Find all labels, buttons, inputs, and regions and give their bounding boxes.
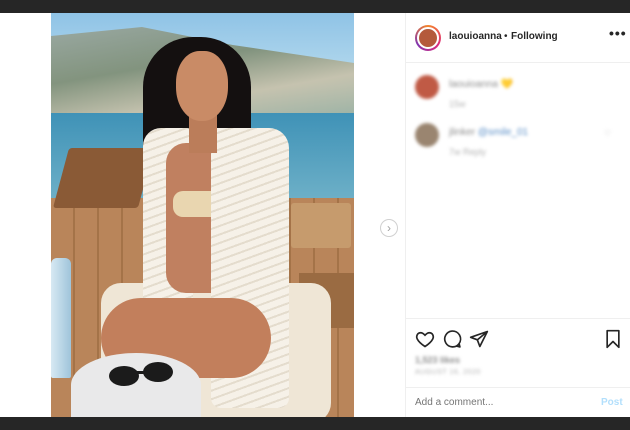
more-options-icon[interactable]: ••• <box>609 25 627 41</box>
comment-body: @smile_01 <box>477 127 529 138</box>
comment-like-icon[interactable]: ♡ <box>604 129 611 138</box>
heart-icon[interactable] <box>415 329 435 349</box>
likes-count[interactable]: 1,523 likes <box>415 355 460 365</box>
comment-avatar[interactable] <box>415 123 439 147</box>
comment-icon[interactable] <box>442 329 462 349</box>
comment-username[interactable]: jlinker <box>449 127 475 138</box>
bookmark-icon[interactable] <box>603 329 623 349</box>
comment-text: laouioanna 💛 <box>449 79 513 90</box>
photo-lounger <box>52 148 155 208</box>
photo-bottle <box>51 258 71 378</box>
photo-lounger-right <box>291 203 351 248</box>
author-avatar[interactable] <box>415 25 441 51</box>
post-header: laouioanna • Following ••• <box>406 13 630 63</box>
following-button[interactable]: Following <box>511 31 558 42</box>
post-side-panel: laouioanna • Following ••• laouioanna 💛 … <box>405 13 630 417</box>
photo-sunglasses <box>109 362 173 386</box>
next-post-button[interactable]: › <box>380 219 398 237</box>
header-separator: • <box>504 31 508 42</box>
comment-text: jlinker @smile_01 <box>449 127 528 138</box>
post-date: AUGUST 16, 2020 <box>415 369 481 376</box>
comment-body: 💛 <box>500 79 514 90</box>
share-icon[interactable] <box>469 329 489 349</box>
comment-meta: 15w <box>449 99 466 109</box>
photo-face <box>176 51 228 121</box>
post-modal: › laouioanna • Following ••• laouioanna … <box>0 13 630 417</box>
comment-meta: 7w Reply <box>449 147 487 157</box>
add-comment-input[interactable] <box>415 397 585 408</box>
author-username[interactable]: laouioanna <box>449 31 502 42</box>
comment-username[interactable]: laouioanna <box>449 79 498 90</box>
post-photo[interactable] <box>51 13 354 417</box>
add-comment-bar: Post <box>406 387 630 419</box>
post-actions-section: 1,523 likes AUGUST 16, 2020 Post <box>406 318 630 418</box>
post-comment-button[interactable]: Post <box>601 397 623 408</box>
comment-avatar[interactable] <box>415 75 439 99</box>
